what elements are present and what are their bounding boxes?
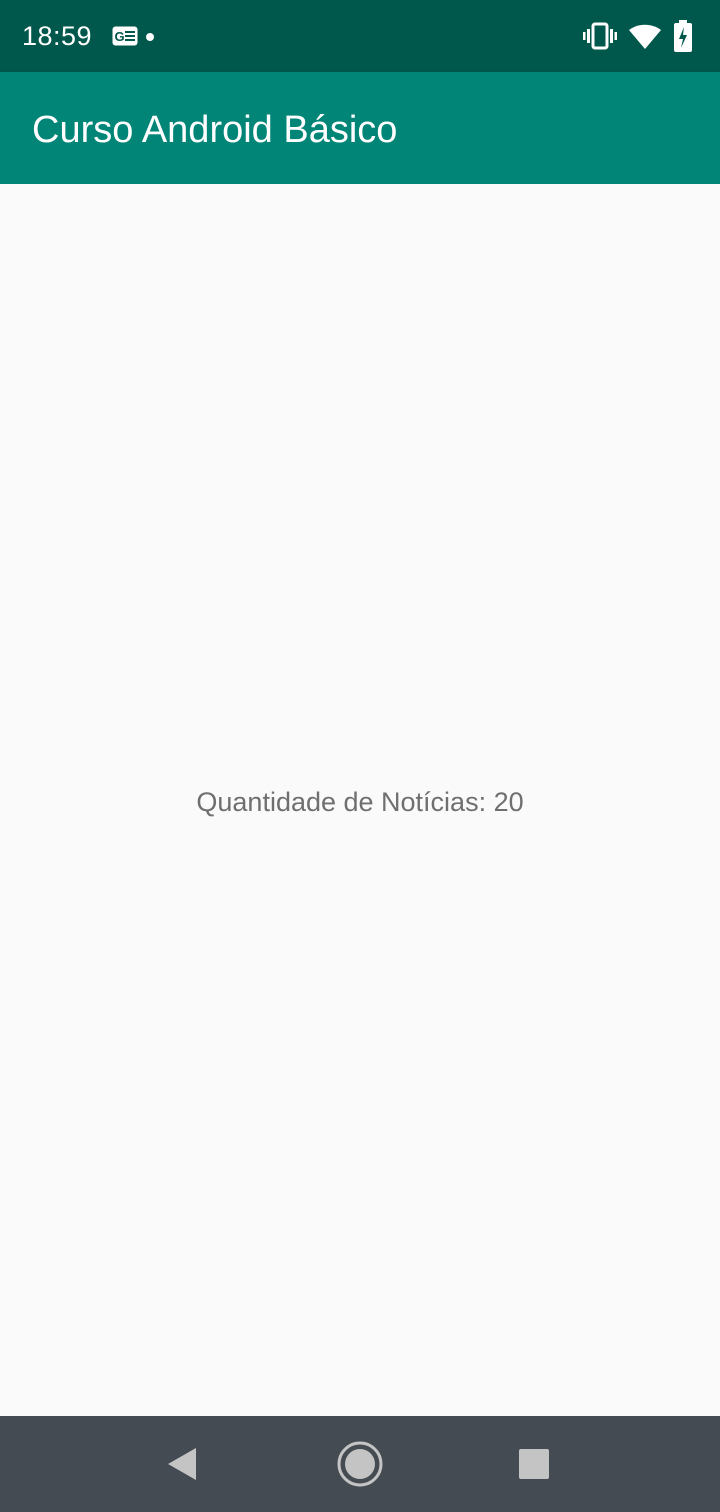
back-button[interactable]	[158, 1440, 206, 1488]
app-bar: Curso Android Básico	[0, 72, 720, 184]
status-bar: 18:59 G	[0, 0, 720, 72]
vibrate-icon	[583, 22, 617, 50]
wifi-icon	[629, 24, 661, 49]
recents-button[interactable]	[510, 1440, 558, 1488]
news-count-label: Quantidade de Notícias: 20	[196, 787, 524, 817]
main-content: Quantidade de Notícias: 20	[0, 184, 720, 1416]
notification-dot-icon	[146, 33, 154, 41]
recents-icon	[519, 1449, 549, 1479]
news-icon: G	[112, 26, 138, 46]
home-icon	[337, 1441, 383, 1487]
status-time: 18:59	[22, 21, 93, 51]
app-title: Curso Android Básico	[32, 109, 398, 151]
app-screen: 18:59 G Curso Android Básico Quantidade …	[0, 0, 720, 1512]
home-button[interactable]	[336, 1440, 384, 1488]
battery-charging-icon	[674, 20, 692, 52]
back-icon	[168, 1448, 196, 1480]
navigation-bar	[0, 1416, 720, 1512]
svg-text:G: G	[115, 29, 125, 44]
